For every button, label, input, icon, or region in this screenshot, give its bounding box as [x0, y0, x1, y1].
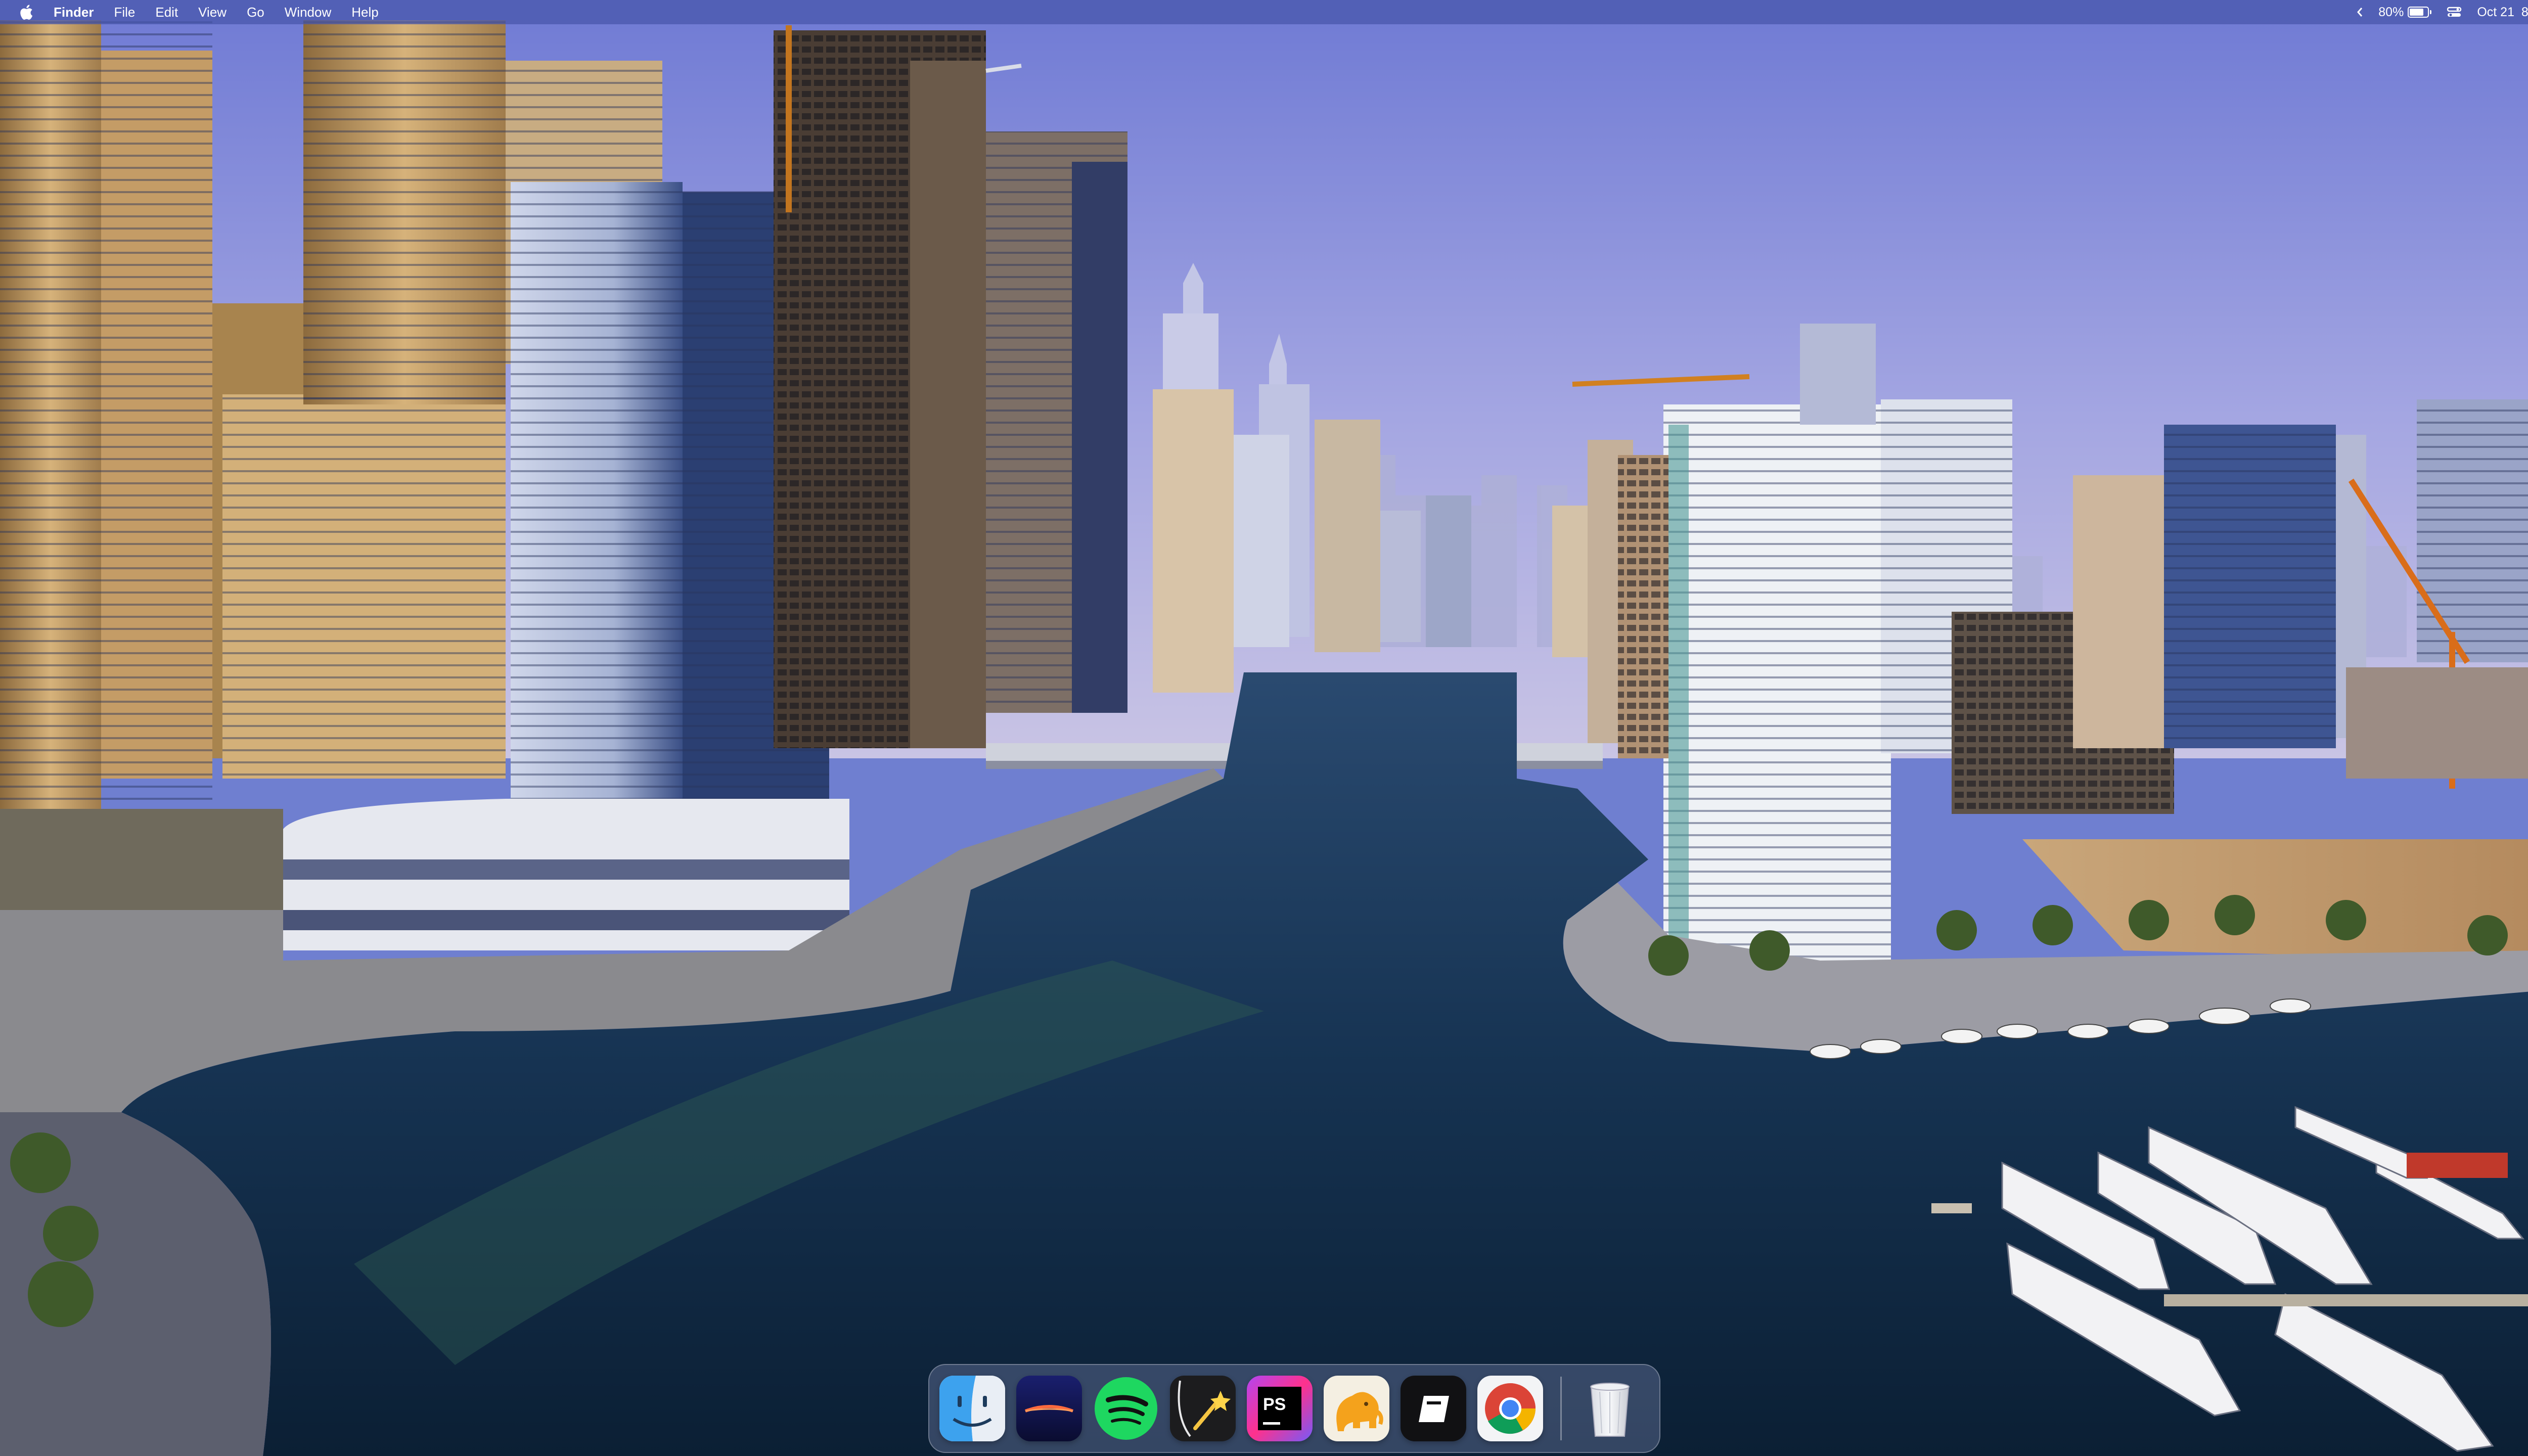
menu-file[interactable]: File — [114, 0, 135, 24]
chevron-left-icon[interactable] — [2356, 7, 2363, 18]
menu-window[interactable]: Window — [285, 0, 331, 24]
dock-separator — [1560, 1377, 1562, 1440]
control-center-icon[interactable] — [2447, 6, 2462, 18]
chrome-icon[interactable] — [1477, 1376, 1543, 1441]
menu-edit[interactable]: Edit — [155, 0, 178, 24]
finder-icon[interactable] — [939, 1376, 1005, 1441]
menu-app-finder[interactable]: Finder — [54, 0, 94, 24]
battery-tip — [2430, 10, 2432, 14]
menu-go[interactable]: Go — [247, 0, 264, 24]
battery-status[interactable]: 80% — [2378, 5, 2432, 20]
apple-logo-icon[interactable] — [18, 3, 33, 21]
spotify-icon[interactable] — [1093, 1376, 1159, 1441]
battery-percent: 80% — [2378, 5, 2404, 19]
battery-icon — [2408, 7, 2429, 18]
phpstorm-label: PS — [1263, 1395, 1286, 1414]
menu-view[interactable]: View — [198, 0, 227, 24]
trash-icon[interactable] — [1577, 1376, 1643, 1441]
battery-level-fill — [2410, 9, 2424, 16]
warp-icon[interactable] — [1016, 1376, 1082, 1441]
elephant-icon[interactable] — [1324, 1376, 1389, 1441]
editor-icon[interactable] — [1401, 1376, 1466, 1441]
clock-date[interactable]: Oct 21 8:17 PM — [2477, 5, 2528, 20]
time-text: 8:17 PM — [2521, 5, 2528, 19]
menu-bar: Finder File Edit View Go Window Help 80%… — [0, 0, 2528, 24]
desktop-wallpaper — [0, 0, 2528, 1456]
instruments-icon[interactable] — [1170, 1376, 1236, 1441]
phpstorm-icon[interactable]: PS — [1247, 1376, 1313, 1441]
dock: PS — [928, 1364, 1660, 1453]
menu-help[interactable]: Help — [351, 0, 378, 24]
date-text: Oct 21 — [2477, 5, 2514, 19]
